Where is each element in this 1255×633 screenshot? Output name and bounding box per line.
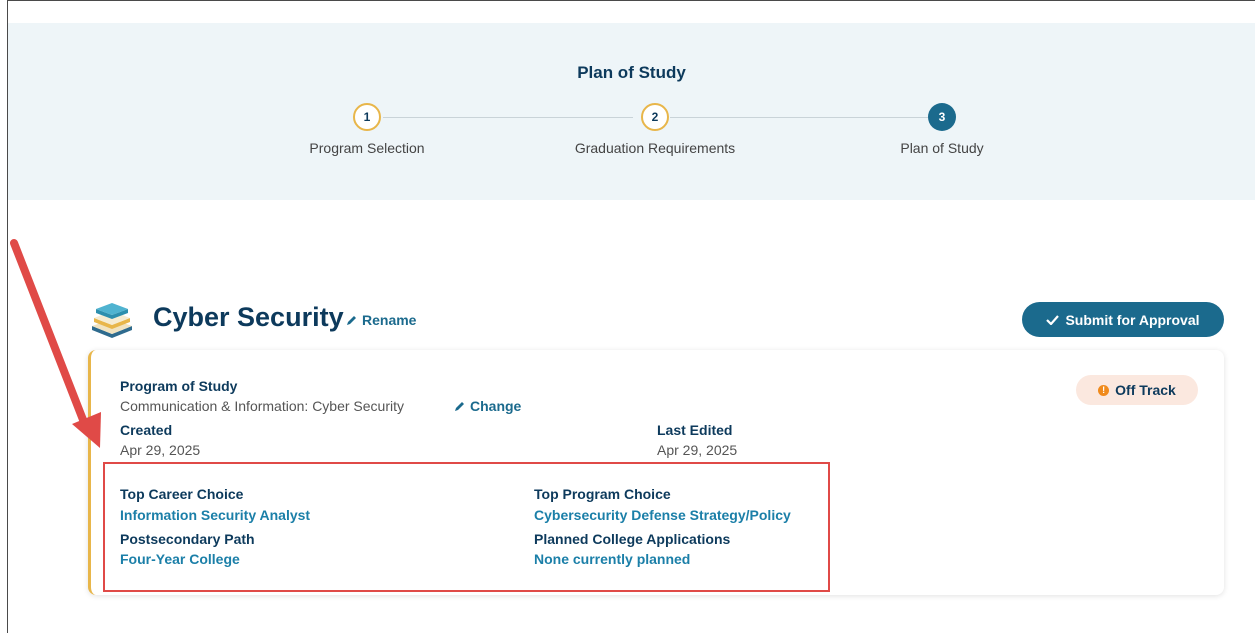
change-label: Change [470,398,522,414]
step-graduation-requirements[interactable]: 2 Graduation Requirements [545,103,765,156]
step-number: 2 [641,103,669,131]
rename-link[interactable]: Rename [346,312,416,328]
program-of-study-value: Communication & Information: Cyber Secur… [120,398,404,414]
status-badge: ! Off Track [1076,375,1198,405]
step-label: Plan of Study [900,140,984,156]
step-program-selection[interactable]: 1 Program Selection [257,103,477,156]
submit-for-approval-button[interactable]: Submit for Approval [1022,302,1224,337]
rename-label: Rename [362,312,417,328]
pencil-icon [347,316,356,325]
annotation-highlight-box [103,462,830,592]
created-value: Apr 29, 2025 [120,442,201,458]
alert-icon: ! [1098,384,1110,396]
change-program-link[interactable]: Change [454,398,521,414]
last-edited-value: Apr 29, 2025 [657,442,738,458]
created-label: Created [120,422,173,438]
check-icon [1046,315,1060,325]
step-number: 3 [928,103,956,131]
status-text: Off Track [1115,382,1176,398]
plan-title: Cyber Security [153,302,344,332]
last-edited-label: Last Edited [657,422,733,438]
step-label: Graduation Requirements [574,140,736,156]
program-of-study-label: Program of Study [120,378,238,394]
step-plan-of-study[interactable]: 3 Plan of Study [832,103,1052,156]
submit-label: Submit for Approval [1065,311,1200,328]
books-icon [92,303,132,338]
step-label: Program Selection [309,140,425,156]
stepper-title: Plan of Study [577,63,686,82]
step-number: 1 [353,103,381,131]
pencil-icon [455,402,464,411]
plan-header: Cyber Security Rename Submit for Approva… [88,292,1228,346]
stepper-panel: Plan of Study 1 Program Selection 2 Grad… [8,23,1255,200]
